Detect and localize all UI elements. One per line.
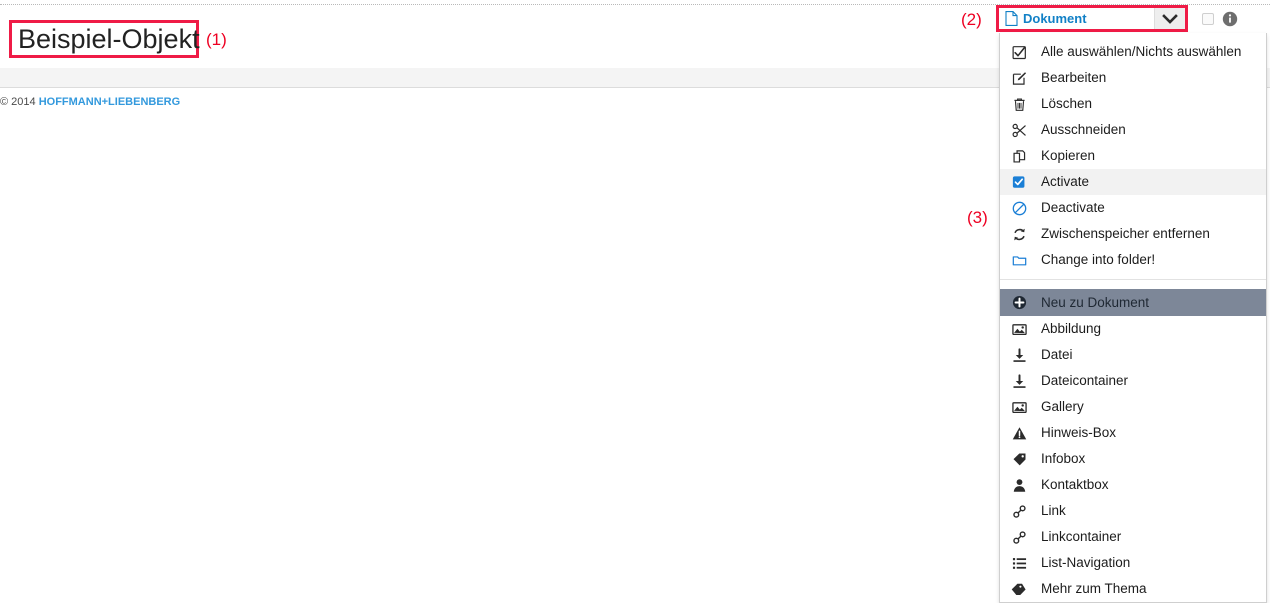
image-icon [1011,399,1027,415]
menu-section-divider [1000,279,1266,289]
menu-item-label: Link [1041,503,1066,518]
document-icon [1005,11,1018,26]
menu-new-section-header-slot: Neu zu Dokument [1000,289,1266,316]
menu-item[interactable]: Kopieren [1000,143,1266,169]
callout-marker-3: (3) [967,208,988,227]
image-icon [1011,321,1027,337]
menu-item-label: Change into folder! [1041,252,1156,267]
menu-item-label: Infobox [1041,451,1086,466]
edit-pencil-square-icon [1011,70,1027,86]
menu-item-label: Datei [1041,347,1073,362]
menu-item-label: Bearbeiten [1041,70,1107,85]
menu-actions-section: Alle auswählen/Nichts auswählen Bearbeite… [1000,33,1266,279]
menu-item[interactable]: Dateicontainer [1000,368,1266,394]
menu-item-label: Zwischenspeicher entfernen [1041,226,1210,241]
menu-item-label: Deactivate [1041,200,1105,215]
menu-item-label: Dateicontainer [1041,373,1129,388]
menu-item[interactable]: Infobox [1000,446,1266,472]
dropdown-label-area[interactable]: Dokument [999,8,1154,29]
menu-item-label: Kopieren [1041,148,1096,163]
download-file-icon [1011,373,1027,389]
tag-icon [1011,451,1027,467]
callout-marker-1: (1) [206,30,227,49]
menu-new-items-section: Abbildung Datei Dateicontainer Gallery Hinwe… [1000,316,1266,602]
check-square-icon [1011,44,1027,60]
document-type-dropdown-menu[interactable]: Alle auswählen/Nichts auswählen Bearbeite… [999,33,1267,603]
tag-filled-icon [1011,581,1027,597]
menu-item-label: Kontaktbox [1041,477,1109,492]
menu-item-label: Linkcontainer [1041,529,1122,544]
document-type-dropdown-button[interactable]: Dokument [996,5,1188,32]
menu-item[interactable]: Hinweis-Box [1000,420,1266,446]
link-chain-icon [1011,503,1027,519]
menu-item[interactable]: Zwischenspeicher entfernen [1000,221,1266,247]
menu-item[interactable]: Linkcontainer [1000,524,1266,550]
menu-item[interactable]: Gallery [1000,394,1266,420]
menu-section-header[interactable]: Neu zu Dokument [1000,289,1266,316]
copyright-brand: HOFFMANN+LIEBENBERG [38,96,181,108]
person-icon [1011,477,1027,493]
copy-icon [1011,148,1027,164]
callout-marker-2: (2) [961,10,982,29]
list-icon [1011,555,1027,571]
circle-slash-icon [1011,200,1027,216]
menu-item[interactable]: Kontaktbox [1000,472,1266,498]
refresh-icon [1011,226,1027,242]
menu-item[interactable]: Activate [1000,169,1266,195]
warning-triangle-icon [1011,425,1027,441]
menu-item[interactable]: Mehr zum Thema [1000,576,1266,602]
menu-item[interactable]: List-Navigation [1000,550,1266,576]
menu-item-label: Abbildung [1041,321,1102,336]
menu-item[interactable]: Löschen [1000,91,1266,117]
menu-item-label: Neu zu Dokument [1041,294,1150,310]
menu-item[interactable]: Ausschneiden [1000,117,1266,143]
dropdown-selected-label: Dokument [1023,11,1087,26]
menu-item[interactable]: Alle auswählen/Nichts auswählen [1000,39,1266,65]
scissors-icon [1011,122,1027,138]
menu-item-label: Hinweis-Box [1041,425,1117,440]
menu-item[interactable]: Abbildung [1000,316,1266,342]
copyright-line: © 2014 HOFFMANN+LIEBENBERG [0,95,180,109]
plus-circle-icon [1011,295,1027,311]
menu-item-label: List-Navigation [1041,555,1131,570]
menu-item-label: Gallery [1041,399,1084,414]
menu-item-label: Löschen [1041,96,1093,111]
copyright-mark: © 2014 [0,96,36,108]
download-file-icon [1011,347,1027,363]
info-circle-icon[interactable] [1222,11,1238,27]
menu-item[interactable]: Deactivate [1000,195,1266,221]
menu-item[interactable]: Link [1000,498,1266,524]
folder-icon [1011,252,1027,268]
menu-item-label: Mehr zum Thema [1041,581,1147,596]
link-chain-icon [1011,529,1027,545]
menu-item[interactable]: Datei [1000,342,1266,368]
menu-item[interactable]: Change into folder! [1000,247,1266,273]
chevron-down-icon[interactable] [1154,8,1185,29]
menu-item[interactable]: Bearbeiten [1000,65,1266,91]
select-all-checkbox[interactable] [1202,13,1214,25]
checkbox-checked-blue-icon [1011,174,1027,190]
menu-item-label: Alle auswählen/Nichts auswählen [1041,44,1242,59]
trash-icon [1011,96,1027,112]
menu-item-label: Ausschneiden [1041,122,1126,137]
menu-item-label: Activate [1041,174,1090,189]
page-title: Beispiel-Objekt [18,24,200,54]
